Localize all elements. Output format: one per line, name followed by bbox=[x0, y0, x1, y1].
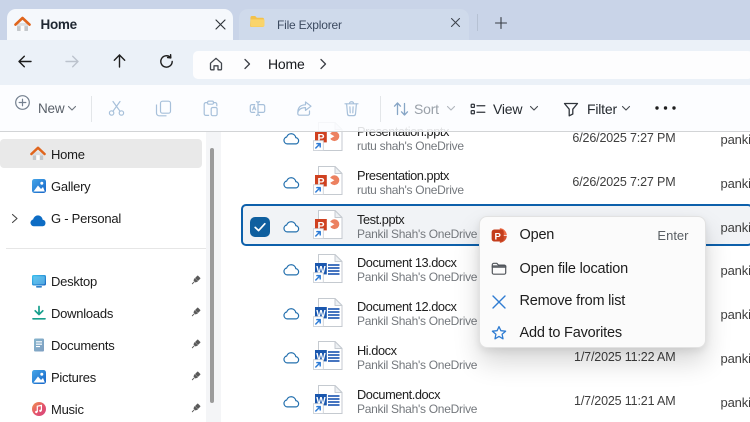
svg-text:P: P bbox=[494, 231, 501, 242]
